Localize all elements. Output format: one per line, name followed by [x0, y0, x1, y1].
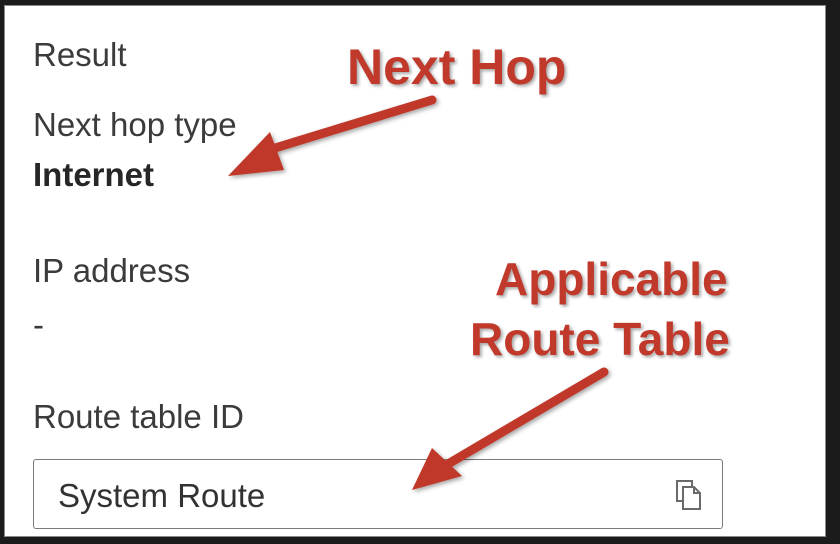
next-hop-type-value: Internet [33, 156, 155, 193]
next-hop-type-label: Next hop type [33, 106, 237, 143]
route-table-id-value: System Route [58, 477, 266, 514]
next-hop-annotation: Next Hop [347, 39, 567, 95]
result-heading: Result [33, 36, 127, 73]
copy-icon[interactable] [674, 478, 704, 512]
route-table-annotation: Route Table [470, 313, 730, 365]
ip-address-value: - [33, 306, 44, 343]
route-table-id-label: Route table ID [33, 398, 244, 435]
applicable-annotation: Applicable [495, 253, 728, 305]
result-panel: Result Next hop type Internet IP address… [4, 5, 826, 537]
route-table-id-field[interactable]: System Route [33, 459, 723, 529]
screenshot-frame: Result Next hop type Internet IP address… [0, 0, 840, 544]
ip-address-label: IP address [33, 252, 191, 289]
